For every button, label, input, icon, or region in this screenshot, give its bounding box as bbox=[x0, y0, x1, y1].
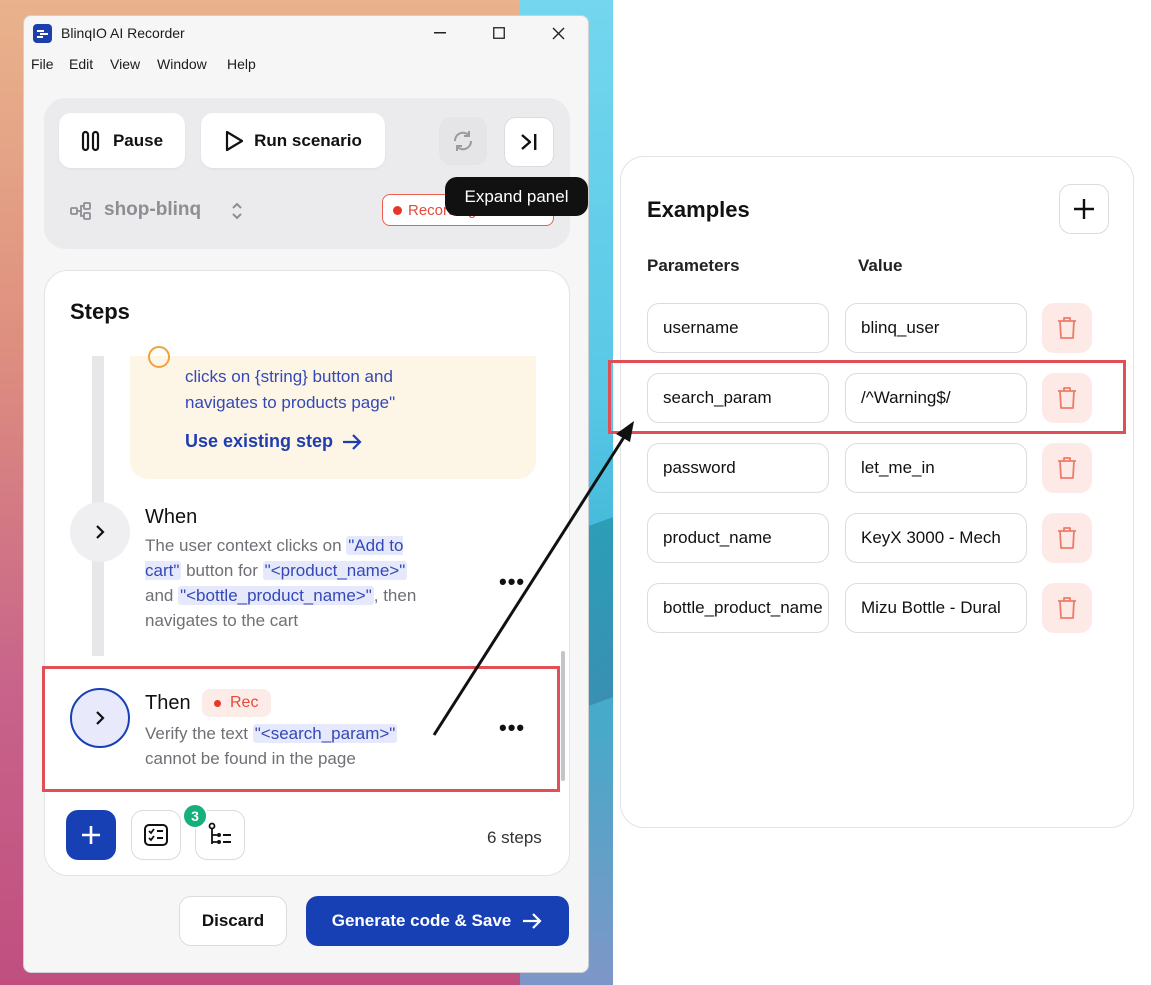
annotation-arrow bbox=[432, 421, 634, 736]
screenshot-stage: BlinqIO AI Recorder File Edit View Windo… bbox=[0, 0, 1151, 985]
